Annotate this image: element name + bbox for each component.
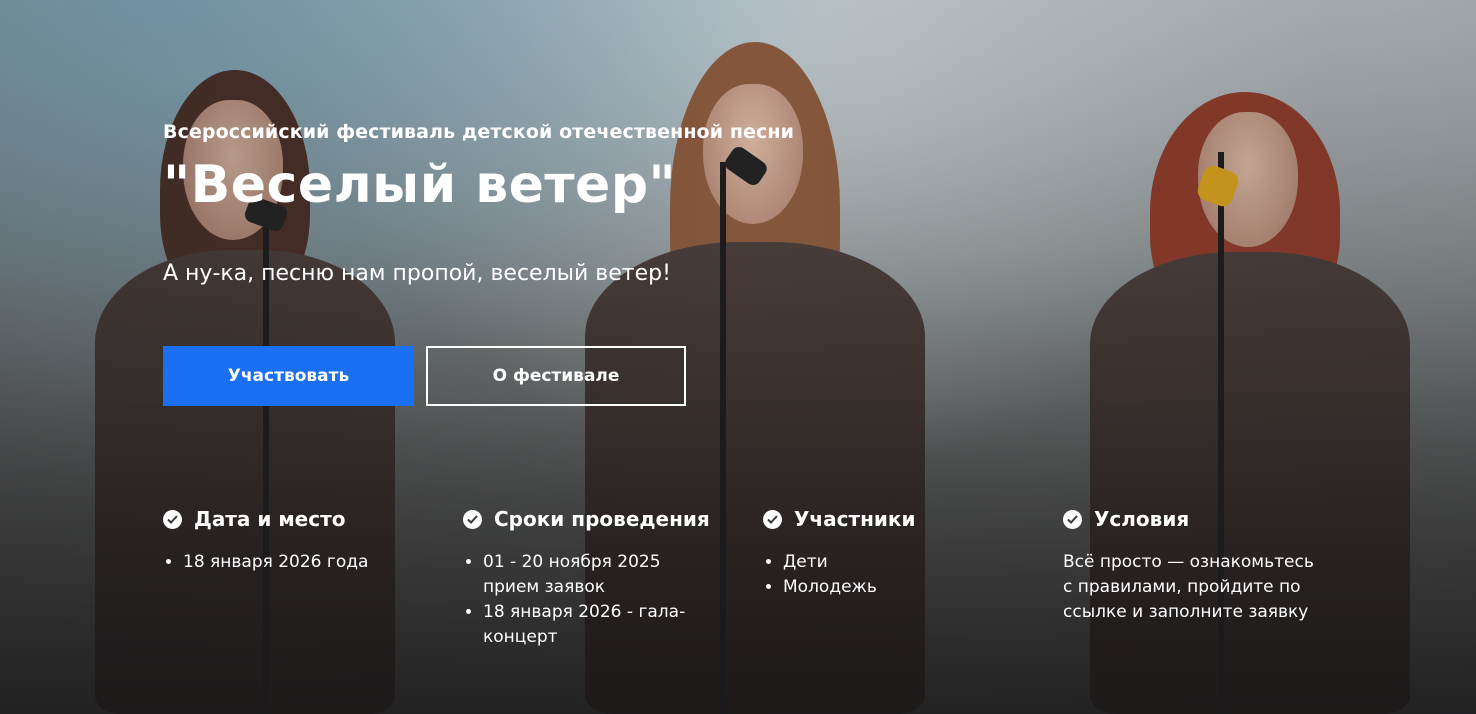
list-item: Молодежь	[783, 575, 1013, 600]
info-schedule: Сроки проведения 01 - 20 ноября 2025 при…	[463, 505, 713, 650]
info-list: Дети Молодежь	[763, 550, 1013, 600]
info-participants: Участники Дети Молодежь	[763, 505, 1013, 600]
info-heading: Участники	[794, 507, 916, 531]
hero-content: Всероссийский фестиваль детской отечеств…	[163, 0, 1476, 714]
info-date-place: Дата и место 18 января 2026 года	[163, 505, 443, 575]
about-festival-button[interactable]: О фестивале	[426, 346, 686, 406]
check-circle-icon	[163, 509, 182, 529]
list-item: 18 января 2026 года	[183, 550, 443, 575]
festival-subtitle: Всероссийский фестиваль детской отечеств…	[163, 121, 795, 143]
festival-title: "Веселый ветер"	[163, 155, 677, 215]
info-list: 18 января 2026 года	[163, 550, 443, 575]
list-item: Дети	[783, 550, 1013, 575]
check-circle-icon	[763, 509, 782, 529]
list-item: 18 января 2026 - гала-концерт	[483, 600, 713, 650]
festival-tagline: А ну-ка, песню нам пропой, веселый ветер…	[163, 261, 671, 286]
info-heading: Сроки проведения	[494, 507, 710, 531]
check-circle-icon	[1063, 509, 1082, 529]
info-heading: Условия	[1094, 507, 1190, 531]
info-list: 01 - 20 ноября 2025 прием заявок 18 янва…	[463, 550, 713, 650]
conditions-text: Всё просто — ознакомьтесь с правилами, п…	[1063, 552, 1314, 622]
info-conditions: Условия Всё просто — ознакомьтесь с прав…	[1063, 505, 1323, 625]
hero-section: Всероссийский фестиваль детской отечеств…	[0, 0, 1476, 714]
participate-button[interactable]: Участвовать	[163, 346, 414, 406]
check-circle-icon	[463, 509, 482, 529]
info-heading: Дата и место	[194, 507, 346, 531]
list-item: 01 - 20 ноября 2025 прием заявок	[483, 550, 713, 600]
